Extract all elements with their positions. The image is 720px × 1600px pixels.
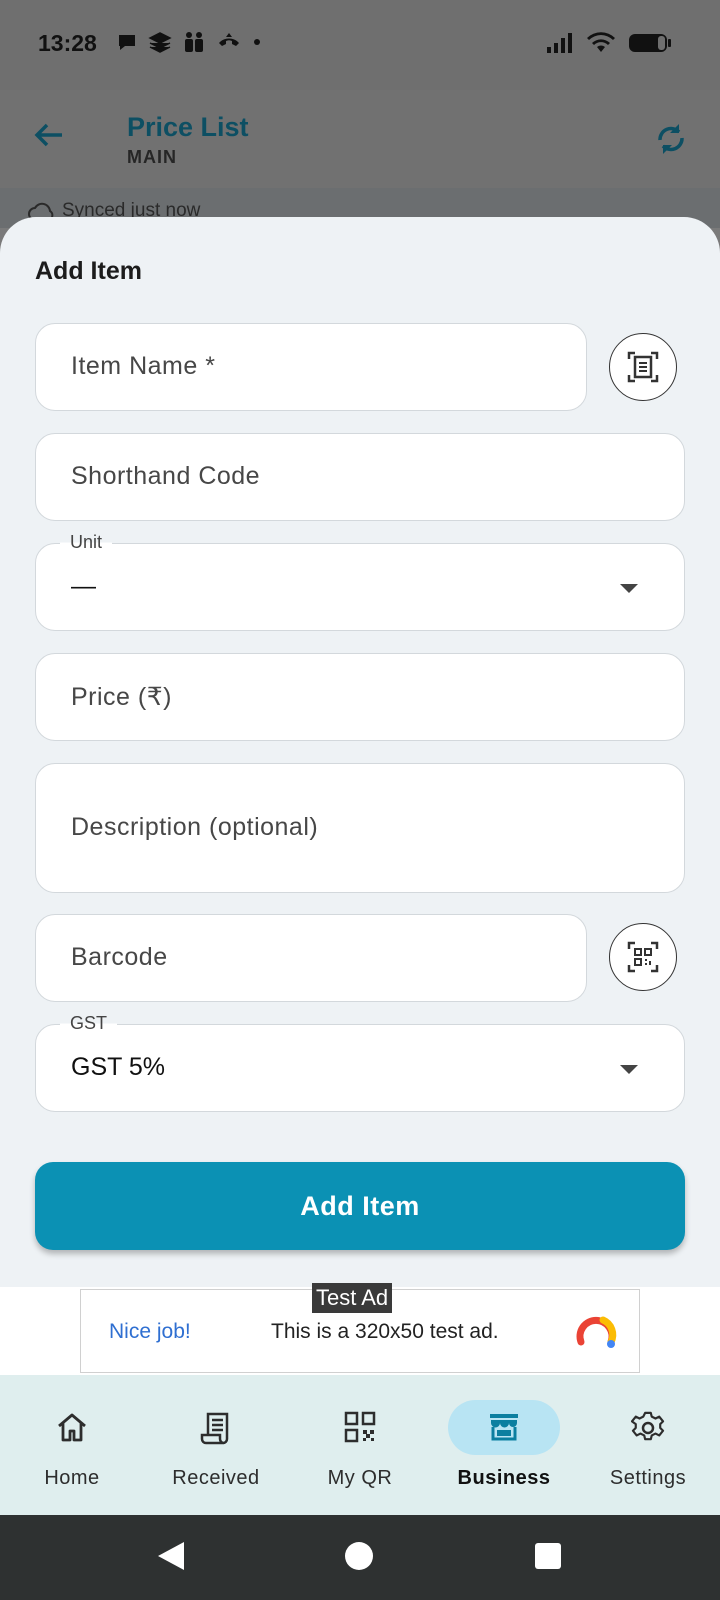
ad-headline: Nice job! xyxy=(109,1320,191,1343)
battery-icon xyxy=(629,34,671,52)
wifi-icon xyxy=(587,32,615,52)
add-item-sheet: Add Item Item Name * Shorthand Code Unit… xyxy=(0,217,720,1287)
nav-label-my-qr: My QR xyxy=(327,1467,393,1489)
scan-barcode-button[interactable] xyxy=(609,923,677,991)
signal-icon xyxy=(547,33,572,53)
barcode-field[interactable]: Barcode xyxy=(35,914,587,1002)
system-status-icons xyxy=(546,32,672,54)
page-subtitle: MAIN xyxy=(127,147,177,167)
status-time: 13:28 xyxy=(38,30,97,56)
notification-icons xyxy=(116,30,262,54)
people-icon xyxy=(185,32,203,52)
unit-dropdown[interactable]: Unit — xyxy=(35,532,685,631)
price-field[interactable]: Price (₹) xyxy=(35,653,685,741)
chat-bubble-icon xyxy=(119,35,135,50)
dropdown-caret-icon xyxy=(620,1065,638,1074)
bottom-nav: Home Received My QR Business Settings xyxy=(0,1375,720,1515)
nav-item-my-qr[interactable]: My QR xyxy=(288,1375,432,1515)
shorthand-code-field[interactable]: Shorthand Code xyxy=(35,433,685,521)
ad-tag: Test Ad xyxy=(312,1283,393,1313)
nav-label-settings: Settings xyxy=(609,1467,687,1489)
ad-logo-icon xyxy=(576,1316,617,1348)
nav-item-settings[interactable]: Settings xyxy=(576,1375,720,1515)
phone-hangup-icon xyxy=(219,33,239,46)
ad-body: This is a 320x50 test ad. xyxy=(271,1320,499,1343)
unit-label: Unit xyxy=(60,532,113,553)
sync-icon[interactable] xyxy=(654,120,688,158)
document-scan-icon xyxy=(627,351,659,383)
qr-scan-icon xyxy=(627,941,659,973)
back-arrow-icon[interactable] xyxy=(32,118,66,152)
gear-icon xyxy=(631,1411,665,1441)
home-icon xyxy=(58,1413,86,1442)
nav-item-home[interactable]: Home xyxy=(0,1375,144,1515)
nav-label-business: Business xyxy=(457,1467,551,1489)
nav-label-received: Received xyxy=(172,1467,260,1489)
item-name-placeholder: Item Name * xyxy=(71,352,216,380)
ad-banner-area: Nice job! This is a 320x50 test ad. Test… xyxy=(0,1283,720,1375)
price-placeholder: Price (₹) xyxy=(71,683,172,711)
receipt-icon xyxy=(200,1412,229,1445)
nav-item-received[interactable]: Received xyxy=(144,1375,288,1515)
page-title: Price List xyxy=(127,112,249,142)
barcode-placeholder: Barcode xyxy=(71,943,168,971)
scan-text-button[interactable] xyxy=(609,333,677,401)
gst-value: GST 5% xyxy=(71,1053,166,1081)
sheet-title: Add Item xyxy=(35,257,142,285)
nav-label-home: Home xyxy=(44,1467,100,1489)
system-nav-bar xyxy=(0,1515,720,1600)
gst-dropdown[interactable]: GST GST 5% xyxy=(35,1013,685,1112)
item-name-field[interactable]: Item Name * xyxy=(35,323,587,411)
qr-code-icon xyxy=(344,1411,376,1443)
store-icon xyxy=(490,1414,518,1441)
home-circle-icon[interactable] xyxy=(344,1541,374,1571)
nav-item-business[interactable]: Business xyxy=(432,1375,576,1515)
gst-label: GST xyxy=(60,1013,118,1034)
unit-value: — xyxy=(71,572,96,600)
description-placeholder: Description (optional) xyxy=(71,813,319,841)
add-item-button[interactable]: Add Item xyxy=(35,1162,685,1250)
description-field[interactable]: Description (optional) xyxy=(35,763,685,893)
back-triangle-icon[interactable] xyxy=(156,1540,186,1572)
stacked-layers-icon xyxy=(148,32,172,53)
recents-square-icon[interactable] xyxy=(534,1542,562,1570)
shorthand-code-placeholder: Shorthand Code xyxy=(71,462,261,490)
dropdown-caret-icon xyxy=(620,584,638,593)
dot-icon xyxy=(254,39,260,45)
app-bar: Price List MAIN xyxy=(0,90,720,188)
status-bar: 13:28 xyxy=(0,0,720,90)
